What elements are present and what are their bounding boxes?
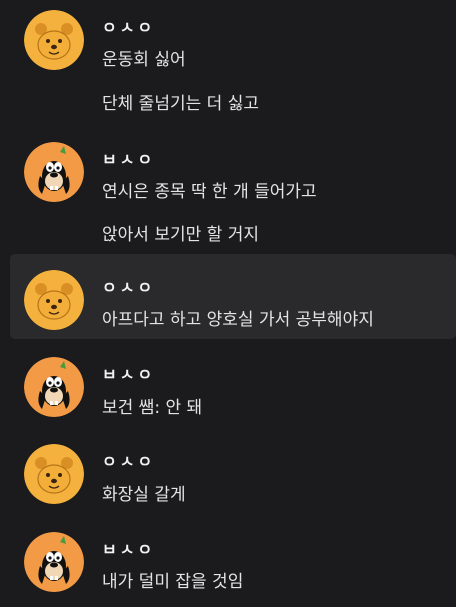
message-text: 내가 덜미 잡을 것임 xyxy=(102,572,244,592)
goofy-avatar-icon[interactable] xyxy=(24,142,84,202)
message-text: 보건 쌤: 안 돼 xyxy=(102,398,203,418)
message-text: 앉아서 보기만 할 거지 xyxy=(102,225,259,245)
pooh-avatar-icon[interactable] xyxy=(24,444,84,504)
message-group: ㅇㅅㅇ 화장실 갈게 xyxy=(10,433,456,518)
message-group: ㅂㅅㅇ 연시은 종목 딱 한 개 들어가고 앉아서 보기만 할 거지 xyxy=(10,130,456,250)
message-author[interactable]: ㅇㅅㅇ xyxy=(102,274,155,298)
goofy-avatar-icon[interactable] xyxy=(24,357,84,417)
message-text: 연시은 종목 딱 한 개 들어가고 xyxy=(102,182,317,202)
message-text: 아프다고 하고 양호실 가서 공부해야지 xyxy=(102,310,374,330)
goofy-avatar-icon[interactable] xyxy=(24,532,84,592)
message-author[interactable]: ㅂㅅㅇ xyxy=(102,146,155,170)
message-author[interactable]: ㅇㅅㅇ xyxy=(102,448,155,472)
message-author[interactable]: ㅂㅅㅇ xyxy=(102,536,155,560)
message-group: ㅇㅅㅇ 아프다고 하고 양호실 가서 공부해야지 xyxy=(10,254,456,339)
pooh-avatar-icon[interactable] xyxy=(24,270,84,330)
message-text: 단체 줄넘기는 더 싫고 xyxy=(102,94,259,114)
message-author[interactable]: ㅇㅅㅇ xyxy=(102,14,155,38)
message-text: 화장실 갈게 xyxy=(102,485,186,505)
chat-log: ㅇㅅㅇ 운동회 싫어 단체 줄넘기는 더 싫고 ㅂㅅㅇ 연시은 종목 딱 한 개… xyxy=(0,0,456,607)
message-group: ㅂㅅㅇ 보건 쌤: 안 돼 xyxy=(10,345,456,430)
message-group: ㅇㅅㅇ 운동회 싫어 단체 줄넘기는 더 싫고 xyxy=(10,0,456,130)
message-text: 운동회 싫어 xyxy=(102,50,186,70)
message-author[interactable]: ㅂㅅㅇ xyxy=(102,361,155,385)
pooh-avatar-icon[interactable] xyxy=(24,10,84,70)
message-group: ㅂㅅㅇ 내가 덜미 잡을 것임 xyxy=(10,520,456,607)
